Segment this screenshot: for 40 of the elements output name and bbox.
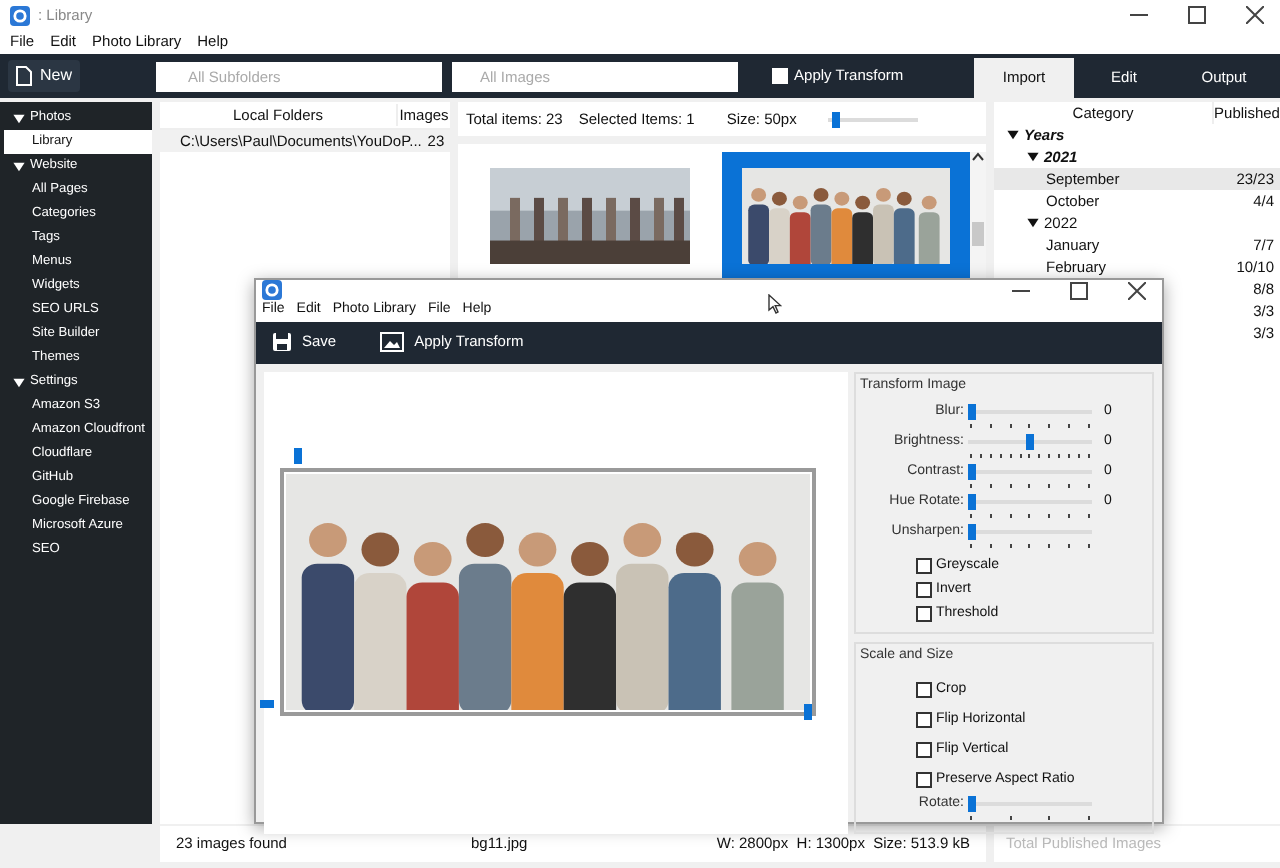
slider-thumb[interactable]: [831, 111, 840, 127]
slider[interactable]: [968, 434, 1092, 450]
slider-thumb[interactable]: [968, 494, 976, 510]
slider[interactable]: [968, 464, 1092, 480]
close-icon[interactable]: [1246, 6, 1264, 24]
scrollbar-thumb[interactable]: [972, 222, 984, 246]
caret-icon[interactable]: [12, 375, 26, 389]
checkbox[interactable]: [916, 712, 932, 728]
app-logo-icon: [10, 5, 30, 25]
slider-thumb[interactable]: [968, 404, 976, 420]
document-icon: [16, 66, 32, 86]
crop-handle[interactable]: [294, 447, 302, 463]
close-icon[interactable]: [1128, 281, 1146, 299]
scroll-up-icon[interactable]: [972, 152, 984, 162]
thumbnail[interactable]: [722, 152, 970, 280]
slider-thumb[interactable]: [968, 464, 976, 480]
maximize-icon[interactable]: [1070, 281, 1088, 299]
new-button[interactable]: New: [8, 60, 81, 92]
caret-icon[interactable]: [12, 111, 26, 125]
slider[interactable]: [968, 524, 1092, 540]
crop-handle[interactable]: [260, 699, 274, 707]
slider[interactable]: [968, 494, 1092, 510]
image-icon: [380, 332, 405, 352]
checkbox[interactable]: [916, 772, 932, 788]
slider-thumb[interactable]: [1026, 434, 1034, 450]
checkbox[interactable]: [916, 742, 932, 758]
crop-handle[interactable]: [804, 703, 812, 719]
checkbox[interactable]: [916, 558, 932, 574]
caret-icon[interactable]: [12, 159, 26, 173]
checkbox[interactable]: [916, 606, 932, 622]
save-icon: [272, 332, 292, 352]
caret-icon[interactable]: [1026, 216, 1040, 230]
slider[interactable]: [828, 111, 919, 127]
slider[interactable]: [968, 404, 1092, 420]
slider[interactable]: [968, 795, 1092, 811]
maximize-icon[interactable]: [1188, 6, 1206, 24]
checkbox[interactable]: [916, 582, 932, 598]
checkbox[interactable]: [916, 682, 932, 698]
slider-thumb[interactable]: [968, 795, 976, 811]
slider-thumb[interactable]: [968, 524, 976, 540]
